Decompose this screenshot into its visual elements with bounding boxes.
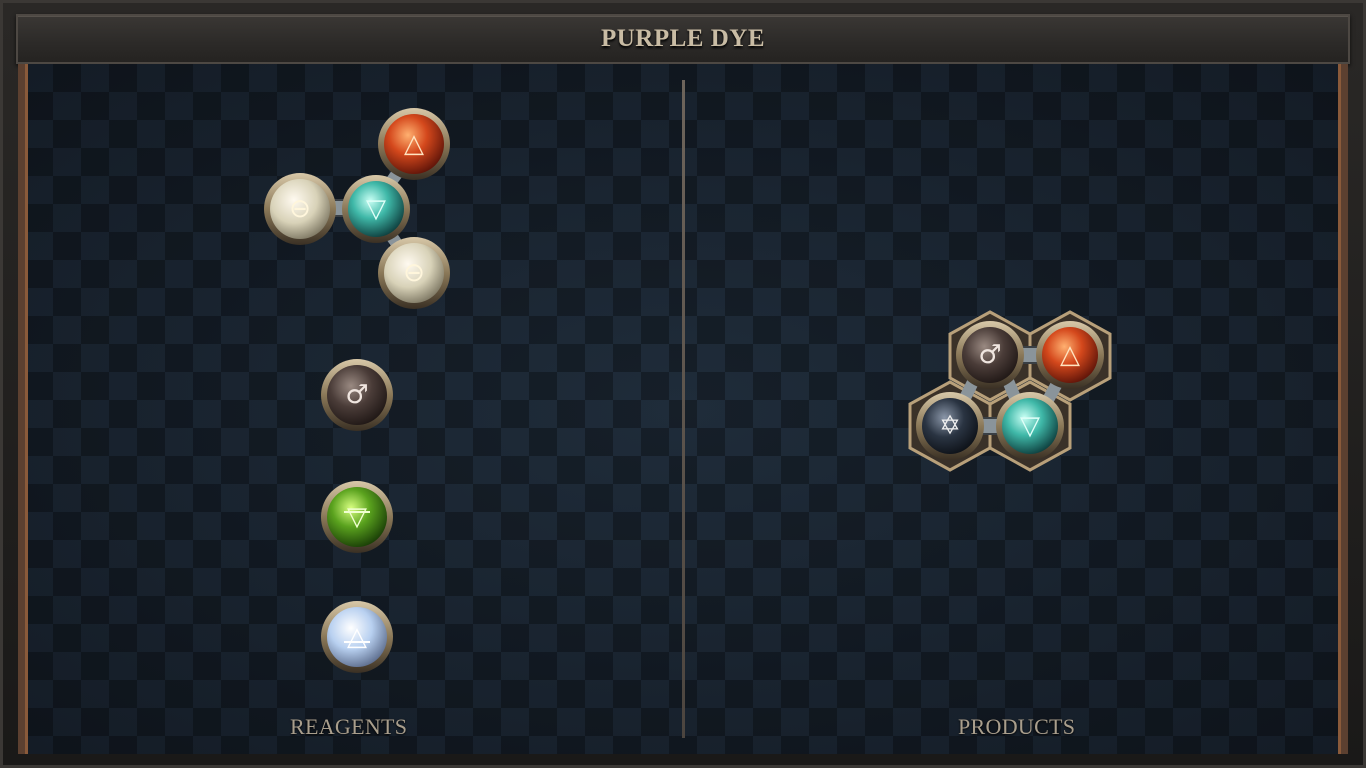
water-icon: ▽ [1020, 411, 1040, 441]
reagent-molecule-water-salt-fire[interactable]: ⊖ △ ⊖ ▽ [264, 108, 450, 309]
fire-atom: △ [378, 108, 450, 180]
quintessence-icon: ✡ [939, 411, 961, 441]
molecule-layer: ⊖ △ ⊖ ▽ ♂ ▽ △ ♂ △ ✡ ▽ [264, 108, 1112, 673]
salt-icon: ⊖ [289, 194, 311, 224]
quintessence-atom: ✡ [916, 392, 984, 460]
reagents-label: REAGENTS [290, 714, 408, 739]
reagent-iron-atom[interactable]: ♂ [321, 359, 393, 431]
water-atom: ▽ [996, 392, 1064, 460]
reagent-earth-atom[interactable]: ▽ [321, 481, 393, 553]
fire-icon: △ [1060, 340, 1080, 370]
iron-atom: ♂ [956, 321, 1024, 389]
iron-icon: ♂ [978, 340, 1001, 370]
fire-icon: △ [404, 129, 424, 159]
salt-icon: ⊖ [403, 258, 425, 288]
water-atom: ▽ [342, 175, 410, 243]
product-molecule-purple-dye[interactable]: ♂ △ ✡ ▽ [908, 310, 1112, 472]
water-icon: ▽ [366, 194, 386, 224]
salt-atom: ⊖ [378, 237, 450, 309]
reagent-air-atom[interactable]: △ [321, 601, 393, 673]
air-icon: △ [347, 622, 367, 652]
fire-atom: △ [1036, 321, 1104, 389]
iron-icon: ♂ [345, 380, 368, 410]
products-label: PRODUCTS [958, 714, 1076, 739]
salt-atom: ⊖ [264, 173, 336, 245]
earth-icon: ▽ [347, 502, 367, 532]
